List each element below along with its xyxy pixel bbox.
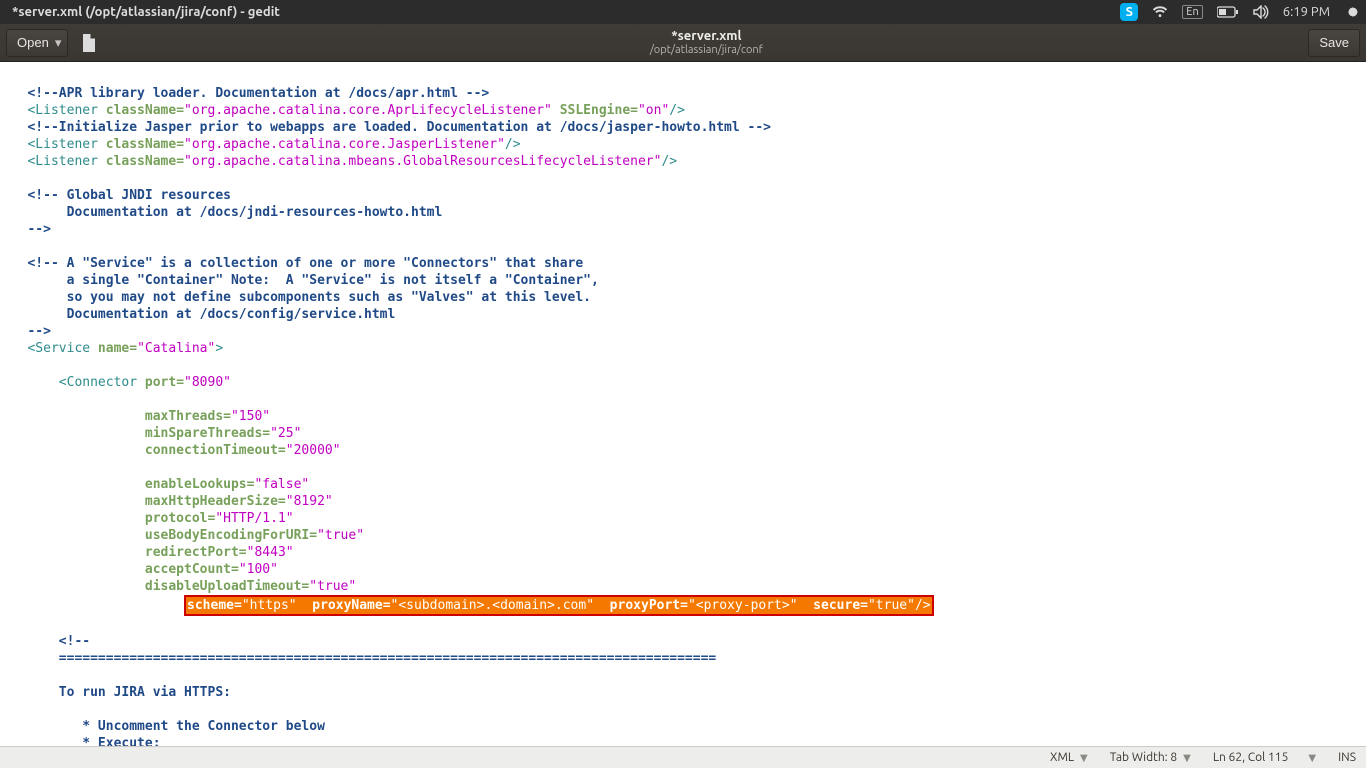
editor-viewport[interactable]: <!--APR library loader. Documentation at…: [0, 62, 1366, 746]
system-top-panel: *server.xml (/opt/atlassian/jira/conf) -…: [0, 0, 1366, 24]
window-title: *server.xml (/opt/atlassian/jira/conf) -…: [12, 5, 280, 19]
wifi-icon[interactable]: [1152, 5, 1168, 19]
save-button[interactable]: Save: [1308, 29, 1360, 57]
volume-icon[interactable]: [1253, 5, 1269, 19]
gedit-toolbar: Open ▾ *server.xml /opt/atlassian/jira/c…: [0, 24, 1366, 62]
highlighted-selection: scheme="https" proxyName="<subdomain>.<d…: [184, 595, 934, 616]
battery-icon[interactable]: [1217, 6, 1239, 18]
gedit-statusbar: XML▼ Tab Width: 8▼ Ln 62, Col 115 ▼ INS: [0, 746, 1366, 768]
document-filename: *server.xml: [104, 29, 1308, 44]
gear-icon[interactable]: [1344, 5, 1358, 19]
system-tray: S En 6:19 PM: [1120, 3, 1358, 21]
tab-width-selector[interactable]: Tab Width: 8▼: [1110, 751, 1191, 764]
chevron-down-icon: ▾: [55, 35, 62, 51]
document-path: /opt/atlassian/jira/conf: [104, 44, 1308, 57]
skype-indicator[interactable]: S: [1120, 3, 1138, 21]
clock[interactable]: 6:19 PM: [1283, 5, 1330, 19]
code-content[interactable]: <!--APR library loader. Documentation at…: [4, 68, 1366, 746]
insert-mode[interactable]: INS: [1338, 751, 1356, 764]
open-button-label: Open: [17, 35, 49, 50]
new-document-button[interactable]: [74, 29, 104, 57]
keyboard-layout-indicator[interactable]: En: [1182, 5, 1202, 19]
open-button[interactable]: Open ▾: [6, 29, 68, 57]
cursor-position[interactable]: Ln 62, Col 115 ▼: [1213, 751, 1316, 764]
chevron-down-icon: ▼: [1308, 752, 1316, 764]
chevron-down-icon: ▼: [1183, 752, 1191, 764]
chevron-down-icon: ▼: [1080, 752, 1088, 764]
language-selector[interactable]: XML▼: [1050, 751, 1088, 764]
